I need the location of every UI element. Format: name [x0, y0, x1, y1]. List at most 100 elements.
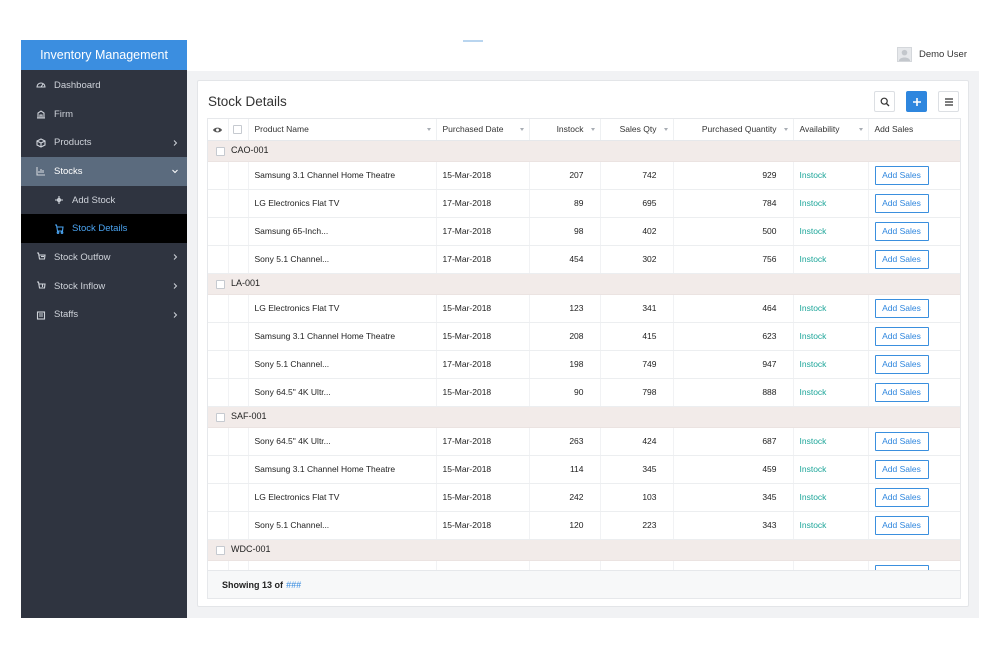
spacer-cell: [228, 189, 249, 218]
user-menu[interactable]: Demo User: [896, 47, 967, 62]
sidebar-item-staffs[interactable]: Staffs: [21, 301, 187, 330]
spacer-cell: [208, 350, 229, 379]
table-row[interactable]: Samsung 3.1 Channel Home Theatre 15-Mar-2…: [208, 161, 960, 190]
table-row[interactable]: Sony 5.1 Channel... 15-Mar-2018 120 223 343 I…: [208, 511, 960, 540]
cell-availability: Instock: [793, 483, 869, 512]
add-button[interactable]: [906, 91, 927, 112]
spacer-cell: [208, 427, 229, 456]
cell-product: LG Electronics Flat TV: [248, 294, 437, 323]
add-sales-button[interactable]: Add Sales: [874, 459, 929, 479]
spacer-cell: [228, 455, 249, 484]
table-row[interactable]: Sony 5.1 Channel... 17-Mar-2018 198 749 947 I…: [208, 350, 960, 379]
sidebar-item-dashboard[interactable]: Dashboard: [21, 71, 187, 100]
sidebar-item-stocks[interactable]: Stocks: [21, 157, 187, 186]
sidebar-item-firm[interactable]: Firm: [21, 100, 187, 129]
plus-icon: [912, 97, 921, 106]
table-row[interactable]: Sony 64.5" 4K Ultr... 15-Mar-2018 90 798 888…: [208, 378, 960, 407]
group-row[interactable]: WDC-001: [208, 539, 960, 561]
sidebar-item-label: Stock Outfow: [54, 251, 111, 263]
sort-caret-icon: [663, 128, 668, 131]
table-row[interactable]: Samsung 3.1 Channel Home Theatre 15-Mar-2…: [208, 322, 960, 351]
search-icon: [880, 97, 889, 106]
group-checkbox[interactable]: [216, 545, 225, 555]
sort-caret-icon: [858, 128, 863, 131]
table-row[interactable]: LG Electronics Flat TV17-Mar-20184652837…: [208, 560, 960, 570]
add-sales-button[interactable]: Add Sales: [874, 515, 929, 535]
cell-date: 17-Mar-2018: [436, 350, 530, 379]
select-all-checkbox[interactable]: [232, 125, 242, 135]
spacer-cell: [228, 161, 249, 190]
add-sales-button[interactable]: Add Sales: [874, 165, 929, 185]
table-row[interactable]: LG Electronics Flat TV 15-Mar-2018 123 341 4…: [208, 294, 960, 323]
col-sales-qty[interactable]: Sales Qty: [600, 119, 674, 141]
sidebar: Inventory Management Dashboard Firm Produc…: [21, 40, 187, 618]
add-sales-button[interactable]: Add Sales: [874, 487, 929, 507]
table-row[interactable]: LG Electronics Flat TV 17-Mar-2018 89 695 78…: [208, 189, 960, 218]
cell-availability: Instock: [793, 245, 869, 274]
spacer-cell: [228, 350, 249, 379]
top-bar: Demo User: [187, 40, 979, 71]
add-sales-button[interactable]: Add Sales: [874, 382, 929, 402]
sidebar-item-add-stock[interactable]: Add Stock: [21, 186, 187, 215]
eye-icon: [212, 127, 223, 133]
table-row[interactable]: Samsung 65-Inch... 17-Mar-2018 98 402 500 Ins…: [208, 217, 960, 246]
cart-icon: [53, 223, 65, 235]
loading-indicator: [463, 40, 483, 42]
sidebar-item-stock-inflow[interactable]: Stock Inflow: [21, 272, 187, 301]
col-product-name[interactable]: Product Name: [248, 119, 437, 141]
add-sales-button[interactable]: Add Sales: [874, 354, 929, 374]
cell-product: Sony 64.5" 4K Ultr...: [248, 378, 437, 407]
cell-purchased: 756: [673, 245, 794, 274]
cell-sales: 402: [600, 217, 674, 246]
col-instock[interactable]: Instock: [529, 119, 601, 141]
sidebar-item-stock-outfow[interactable]: Stock Outfow: [21, 243, 187, 272]
menu-button[interactable]: [938, 91, 959, 112]
group-checkbox[interactable]: [216, 412, 225, 422]
cell-sales: 341: [600, 294, 674, 323]
sidebar-item-products[interactable]: Products: [21, 128, 187, 157]
sidebar-item-label: Dashboard: [54, 79, 101, 91]
spacer-cell: [228, 511, 249, 540]
cell-availability: Instock: [793, 217, 869, 246]
table-row[interactable]: Sony 5.1 Channel... 17-Mar-2018 454 302 756 I…: [208, 245, 960, 274]
chevron-right-icon: [173, 283, 178, 290]
sort-caret-icon: [519, 128, 524, 131]
add-sales-button[interactable]: Add Sales: [874, 326, 929, 346]
table-row[interactable]: Sony 64.5" 4K Ultr... 17-Mar-2018 263 424 68…: [208, 427, 960, 456]
cell-instock: 123: [529, 294, 601, 323]
sidebar-item-label: Add Stock: [72, 194, 116, 206]
add-sales-button[interactable]: Add Sales: [874, 221, 929, 241]
sidebar-item-label: Stocks: [54, 165, 83, 177]
table-row[interactable]: Samsung 3.1 Channel Home Theatre 15-Mar-2…: [208, 455, 960, 484]
col-purchased-quantity[interactable]: Purchased Quantity: [673, 119, 794, 141]
group-row[interactable]: CAO-001: [208, 140, 960, 162]
search-button[interactable]: [874, 91, 895, 112]
column-label: Purchased Quantity: [701, 124, 777, 135]
table-footer: Showing 13 of ###: [207, 571, 961, 599]
select-all-cell: [228, 119, 249, 141]
col-purchased-date[interactable]: Purchased Date: [436, 119, 530, 141]
cell-action: Add Sales: [868, 245, 960, 274]
group-checkbox[interactable]: [216, 146, 225, 156]
inflow-icon: [35, 280, 47, 292]
add-sales-button[interactable]: Add Sales: [874, 193, 929, 213]
cell-action: Add Sales: [868, 189, 960, 218]
sidebar-nav: Dashboard Firm Products Stocks Add Stock Stoc…: [21, 71, 187, 329]
cell-sales: 415: [600, 322, 674, 351]
column-visibility-toggle[interactable]: [208, 119, 229, 141]
cell-date: 17-Mar-2018: [436, 560, 530, 570]
chevron-right-icon: [173, 254, 178, 261]
group-row[interactable]: LA-001: [208, 273, 960, 295]
add-sales-button[interactable]: Add Sales: [874, 249, 929, 269]
table-row[interactable]: LG Electronics Flat TV 15-Mar-2018 242 103 3…: [208, 483, 960, 512]
add-sales-button[interactable]: Add Sales: [874, 431, 929, 451]
group-checkbox[interactable]: [216, 279, 225, 289]
cell-purchased: 748: [673, 560, 794, 570]
add-sales-button[interactable]: Add Sales: [874, 298, 929, 318]
sidebar-item-stock-details[interactable]: Stock Details: [21, 214, 187, 244]
spacer-cell: [208, 322, 229, 351]
showing-count: Showing 13 of: [222, 579, 284, 590]
col-availability[interactable]: Availability: [793, 119, 869, 141]
group-row[interactable]: SAF-001: [208, 406, 960, 428]
cell-action: Add Sales: [868, 455, 960, 484]
